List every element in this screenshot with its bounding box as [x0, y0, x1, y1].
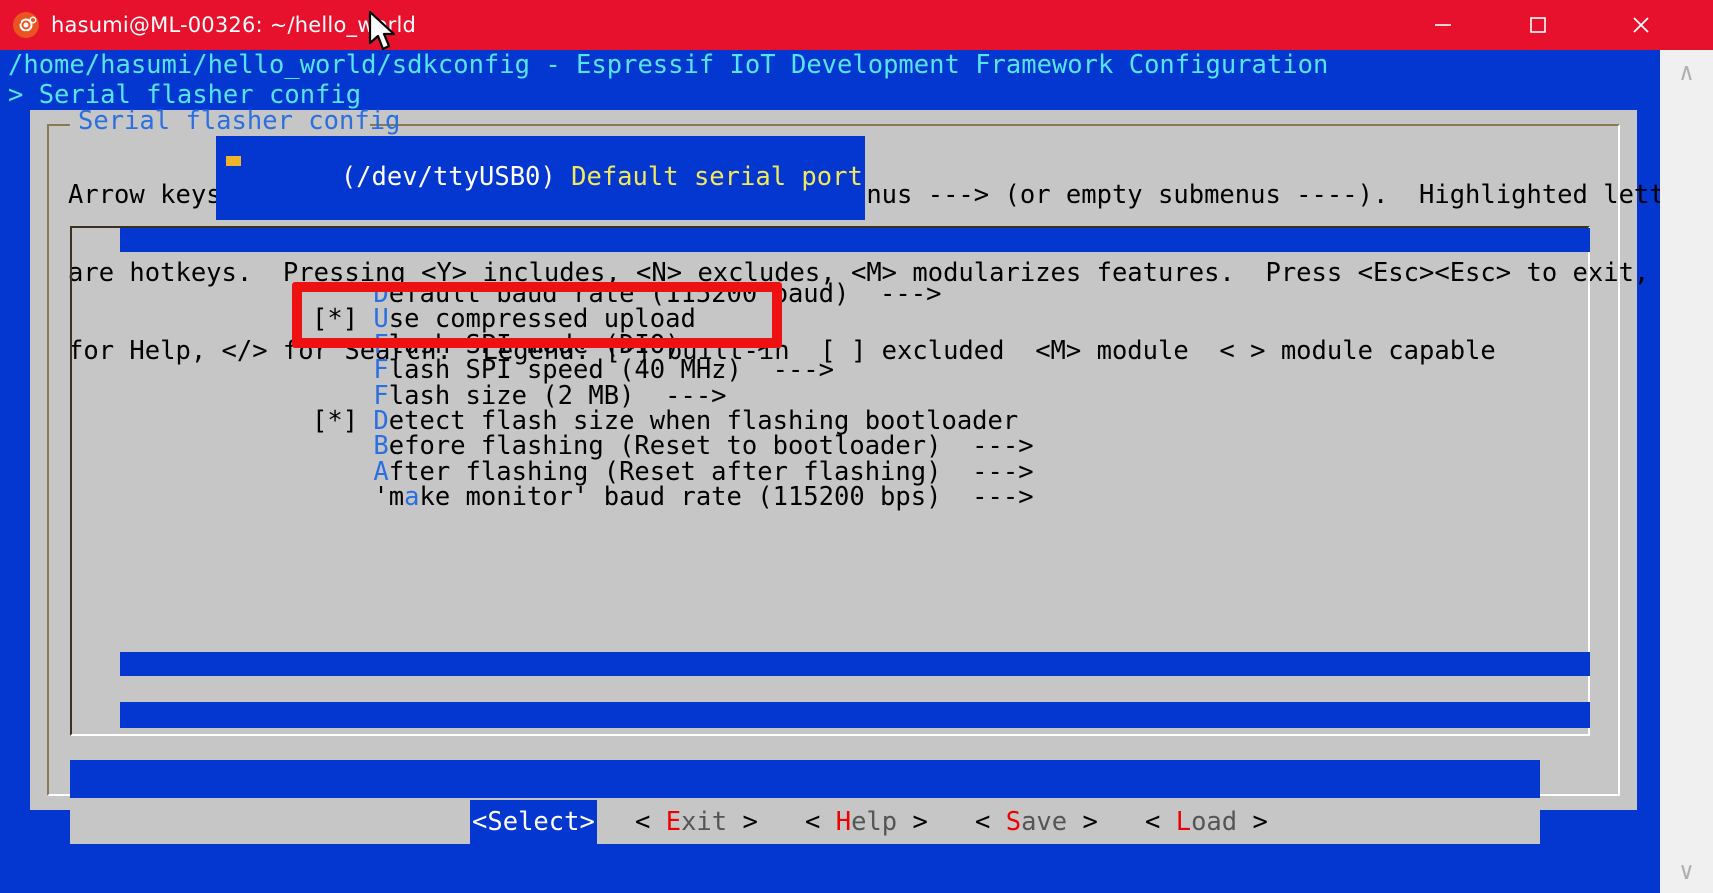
button-label: oad — [1191, 807, 1238, 837]
menu-item-default-serial-port[interactable]: (/dev/ttyUSB0) Default serial port — [216, 136, 865, 220]
terminal-window: hasumi@ML-00326: ~/hello_world /home/has… — [0, 0, 1713, 893]
chevron-up-icon[interactable]: ∧ — [1679, 60, 1693, 84]
serial-flasher-config-dialog: Serial flasher config Arrow keys navigat… — [30, 106, 1660, 872]
bracket-close: > — [1237, 807, 1268, 837]
menu-item[interactable]: Flash SPI speed (40 MHz) ---> — [312, 357, 834, 383]
text-cursor — [226, 156, 241, 166]
minimize-icon — [1435, 24, 1451, 26]
bracket-open: < — [975, 807, 1006, 837]
help-button[interactable]: < Help > — [805, 800, 928, 844]
bracket-open: < — [805, 807, 836, 837]
chevron-down-icon[interactable]: ∨ — [1679, 859, 1693, 883]
bracket-open: < — [472, 807, 488, 837]
menu-item[interactable]: [*] Use compressed upload — [312, 307, 696, 333]
close-button[interactable] — [1611, 0, 1671, 50]
menu-scroll-indicator-bottom2[interactable] — [120, 702, 1590, 728]
menu-item-label: ke monitor' baud rate (115200 bps) ---> — [419, 482, 1034, 513]
window-title: hasumi@ML-00326: ~/hello_world — [51, 13, 417, 37]
window-titlebar: hasumi@ML-00326: ~/hello_world — [0, 0, 1713, 50]
maximize-button[interactable] — [1508, 0, 1568, 50]
menu-item[interactable]: [*] Detect flash size when flashing boot… — [312, 408, 1018, 434]
buttonbar-spacer-top — [70, 760, 1540, 798]
select-button[interactable]: <Select> — [470, 800, 597, 844]
bracket-close: > — [579, 807, 595, 837]
exit-button[interactable]: < Exit > — [635, 800, 758, 844]
menu-scroll-indicator-top[interactable] — [120, 228, 1590, 252]
button-label: ave — [1021, 807, 1068, 837]
menu-list[interactable]: Default baud rate (115200 baud) ---> [*] … — [82, 228, 1590, 734]
menu-item[interactable]: Default baud rate (115200 baud) ---> — [312, 281, 941, 307]
button-hotkey: S — [1005, 807, 1022, 837]
bracket-close: > — [897, 807, 928, 837]
bracket-open: < — [1145, 807, 1176, 837]
menu-scroll-indicator-bottom[interactable] — [120, 652, 1590, 676]
bracket-open: < — [635, 807, 666, 837]
bracket-close: > — [727, 807, 758, 837]
buttonbar-spacer-bottom — [70, 846, 1540, 872]
load-button[interactable]: < Load > — [1145, 800, 1268, 844]
menu-item[interactable]: After flashing (Reset after flashing) --… — [312, 459, 1033, 485]
serial-port-value: (/dev/ttyUSB0) — [340, 162, 556, 192]
menu-item[interactable]: Flash SPI mode (DIO) ---> — [312, 332, 772, 358]
mouse-cursor — [368, 10, 396, 51]
menu-item-prefix: 'm — [312, 482, 405, 513]
menu-item[interactable]: Before flashing (Reset to bootloader) --… — [312, 434, 1033, 460]
config-path-line: /home/hasumi/hello_world/sdkconfig - Esp… — [8, 50, 1329, 80]
maximize-icon — [1530, 17, 1546, 33]
bracket-close: > — [1067, 807, 1098, 837]
window-scrollbar[interactable]: ∧ ∨ — [1660, 50, 1713, 893]
ubuntu-logo-icon — [13, 12, 39, 38]
button-hotkey: S — [487, 807, 503, 837]
button-label: xit — [681, 807, 728, 837]
save-button[interactable]: < Save > — [975, 800, 1098, 844]
terminal-screen[interactable]: /home/hasumi/hello_world/sdkconfig - Esp… — [0, 50, 1660, 893]
button-label: elect — [502, 807, 580, 837]
menu-item[interactable]: 'make monitor' baud rate (115200 bps) --… — [312, 482, 1034, 513]
button-hotkey: H — [835, 807, 852, 837]
button-hotkey: L — [1175, 807, 1192, 837]
minimize-button[interactable] — [1413, 0, 1473, 50]
serial-port-label: Default serial port — [571, 162, 863, 192]
close-icon — [1633, 17, 1649, 33]
dialog-button-bar: <Select> < Exit > < Help > < Save > < Load > — [70, 800, 1540, 844]
button-hotkey: E — [665, 807, 682, 837]
menu-item[interactable]: Flash size (2 MB) ---> — [312, 383, 726, 409]
menu-item-hotkey: a — [404, 482, 420, 513]
button-label: elp — [851, 807, 898, 837]
